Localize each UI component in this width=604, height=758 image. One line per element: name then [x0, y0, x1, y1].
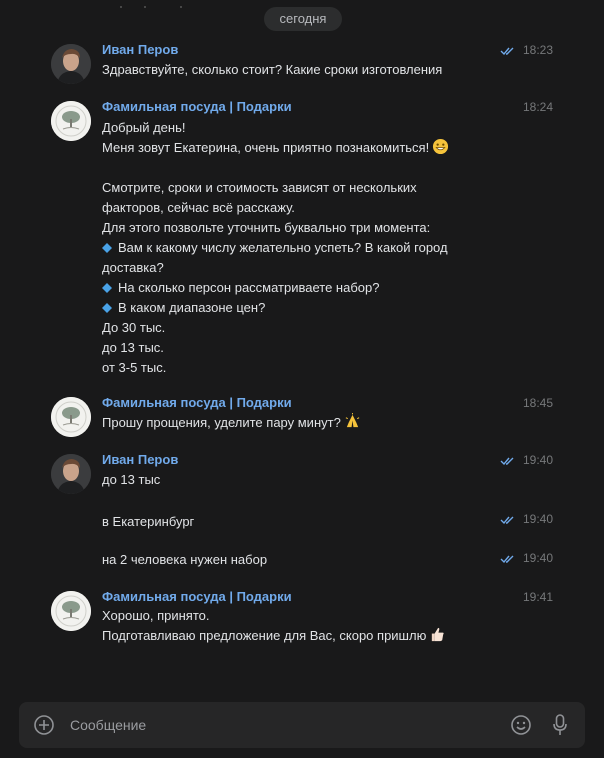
message-time: 19:40	[522, 453, 553, 467]
message-author[interactable]: Иван Перов	[102, 41, 178, 59]
message-line: на 2 человека нужен набор	[102, 552, 268, 567]
message-composer[interactable]: Сообщение	[19, 702, 585, 748]
message-line: Меня зовут Екатерина, очень приятно позн…	[102, 138, 449, 158]
message-line: от 3-5 тыс.	[102, 360, 167, 375]
message-text: в Екатеринбург	[102, 512, 194, 532]
smile-icon[interactable]	[511, 715, 531, 735]
message-group[interactable]: Фамильная посуда | Подарки 18:45 Прошу п…	[0, 394, 604, 437]
message-group[interactable]: Иван Перов 19:40 до 13 тыс	[0, 451, 604, 494]
date-divider: сегодня	[264, 7, 342, 31]
chat-history[interactable]: сегодня Иван Перов 18:23 Здравствуйте, с…	[0, 0, 604, 690]
smiling-emoji-icon	[433, 138, 449, 155]
message-text: до 13 тыс	[102, 470, 160, 490]
message-line	[102, 158, 449, 178]
message-line: до 13 тыс	[102, 472, 161, 487]
plus-circle-icon[interactable]	[34, 715, 54, 735]
message-line: Добрый день!	[102, 120, 186, 135]
message-continuation[interactable]: 19:40 в Екатеринбург	[0, 511, 604, 531]
message-line: На сколько персон рассматриваете набор?	[102, 278, 449, 298]
double-check-icon	[500, 516, 514, 525]
scroll-hint-dots	[120, 6, 190, 10]
microphone-icon[interactable]	[553, 714, 567, 736]
message-text: Прошу прощения, уделите пару минут?	[102, 413, 361, 433]
message-author[interactable]: Иван Перов	[102, 451, 178, 469]
small-blue-diamond-icon	[102, 283, 112, 293]
message-text: на 2 человека нужен набор	[102, 550, 267, 570]
double-check-icon	[500, 555, 514, 564]
double-check-icon	[500, 457, 514, 466]
message-line: Вам к какому числу желательно успеть? В …	[102, 238, 449, 258]
message-line: факторов, сейчас всё расскажу.	[102, 200, 295, 215]
avatar[interactable]	[51, 397, 91, 437]
message-line: Смотрите, сроки и стоимость зависят от н…	[102, 180, 417, 195]
double-check-icon	[500, 47, 514, 56]
message-line: до 13 тыс.	[102, 340, 164, 355]
small-blue-diamond-icon	[102, 243, 112, 253]
message-time: 18:45	[522, 396, 553, 410]
message-input[interactable]: Сообщение	[70, 702, 146, 748]
message-text: Здравствуйте, сколько стоит? Какие сроки…	[102, 60, 442, 80]
avatar[interactable]	[51, 44, 91, 84]
message-text: Добрый день! Меня зовут Екатерина, очень…	[102, 118, 449, 378]
message-line: доставка?	[102, 260, 164, 275]
message-line: в Екатеринбург	[102, 514, 195, 529]
message-group[interactable]: Фамильная посуда | Подарки 18:24 Добрый …	[0, 98, 604, 381]
avatar[interactable]	[51, 454, 91, 494]
message-line: Здравствуйте, сколько стоит? Какие сроки…	[102, 62, 443, 77]
message-group[interactable]: Иван Перов 18:23 Здравствуйте, сколько с…	[0, 41, 604, 84]
message-line: Подготавливаю предложение для Вас, скоро…	[102, 626, 446, 646]
message-text: Хорошо, принято. Подготавливаю предложен…	[102, 606, 446, 646]
message-line: Прошу прощения, уделите пару минут?	[102, 415, 341, 430]
message-time: 18:24	[522, 100, 553, 114]
message-time: 19:40	[522, 512, 553, 526]
message-author[interactable]: Фамильная посуда | Подарки	[102, 394, 292, 412]
message-group[interactable]: Фамильная посуда | Подарки 19:41 Хорошо,…	[0, 588, 604, 651]
thumbs-up-emoji-icon	[432, 627, 444, 642]
message-author[interactable]: Фамильная посуда | Подарки	[102, 98, 292, 116]
message-line: Для этого позвольте уточнить буквально т…	[102, 220, 431, 235]
message-time: 19:40	[522, 551, 553, 565]
message-time: 18:23	[522, 43, 553, 57]
message-line: В каком диапазоне цен?	[102, 298, 449, 318]
message-line: До 30 тыс.	[102, 320, 166, 335]
message-time: 19:41	[522, 590, 553, 604]
message-author[interactable]: Фамильная посуда | Подарки	[102, 588, 292, 606]
praying-hands-emoji-icon	[345, 413, 360, 428]
message-line: Хорошо, принято.	[102, 608, 210, 623]
message-continuation[interactable]: 19:40 на 2 человека нужен набор	[0, 550, 604, 570]
avatar[interactable]	[51, 591, 91, 631]
avatar[interactable]	[51, 101, 91, 141]
small-blue-diamond-icon	[102, 303, 112, 313]
